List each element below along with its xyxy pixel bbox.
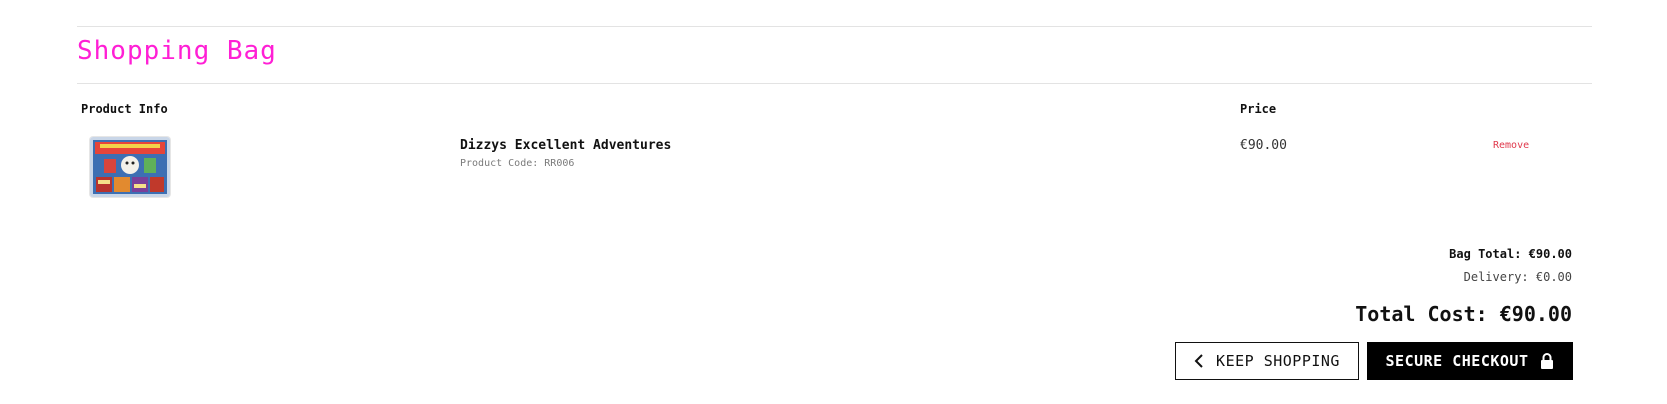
keep-shopping-button[interactable]: KEEP SHOPPING [1175, 342, 1359, 380]
delivery-cost: Delivery: €0.00 [1463, 270, 1572, 284]
secure-checkout-button[interactable]: SECURE CHECKOUT [1367, 342, 1573, 380]
product-name[interactable]: Dizzys Excellent Adventures [460, 138, 671, 153]
keep-shopping-label: KEEP SHOPPING [1216, 352, 1340, 370]
product-price: €90.00 [1240, 138, 1287, 153]
bag-total: Bag Total: €90.00 [1449, 247, 1572, 261]
product-code: Product Code: RR006 [460, 158, 575, 169]
lock-icon [1540, 353, 1554, 369]
secure-checkout-label: SECURE CHECKOUT [1385, 352, 1529, 370]
product-image [90, 137, 170, 197]
column-header-price: Price [1240, 102, 1277, 116]
top-divider [77, 26, 1592, 27]
chevron-left-icon [1194, 354, 1204, 368]
page-title: Shopping Bag [77, 36, 277, 66]
total-cost: Total Cost: €90.00 [1355, 302, 1572, 326]
column-header-product-info: Product Info [81, 102, 168, 116]
header-divider [77, 83, 1592, 84]
remove-item-link[interactable]: Remove [1493, 140, 1529, 151]
product-thumbnail[interactable] [90, 137, 170, 197]
